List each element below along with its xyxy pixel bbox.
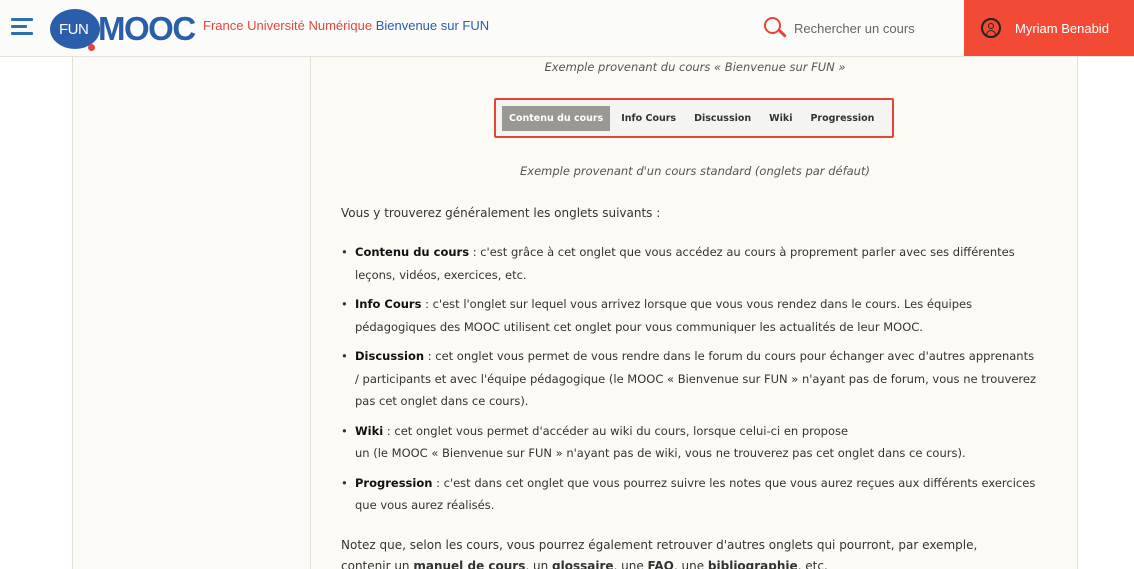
outro-line-1: Notez que, selon les cours, vous pourrez… bbox=[341, 538, 978, 552]
list-item-term: Contenu du cours bbox=[355, 245, 470, 259]
search-label: Rechercher un cours bbox=[794, 20, 915, 36]
outro-text-part: , etc. bbox=[797, 559, 828, 569]
site-header: FUN MOOC France Université Numérique Bie… bbox=[0, 0, 1134, 57]
outro-text-part: , une bbox=[613, 559, 648, 569]
list-item: Contenu du cours : c'est grâce à cet ong… bbox=[341, 241, 1041, 286]
outro-term-manuel: manuel de cours bbox=[413, 559, 526, 569]
list-item-text: : c'est l'onglet sur lequel vous arrivez… bbox=[355, 297, 973, 334]
course-content: Exemple provenant du cours « Bienvenue s… bbox=[310, 57, 1078, 569]
tab-progression: Progression bbox=[810, 112, 875, 124]
list-item-text-cont: un (le MOOC « Bienvenue sur FUN » n'ayan… bbox=[355, 446, 966, 460]
list-item-text: : cet onglet vous permet de vous rendre … bbox=[355, 349, 1036, 408]
caption-top: Exemple provenant du cours « Bienvenue s… bbox=[544, 60, 846, 74]
intro-text: Vous y trouverez généralement les onglet… bbox=[341, 206, 661, 220]
list-item: Discussion : cet onglet vous permet de v… bbox=[341, 345, 1041, 413]
left-gutter bbox=[0, 57, 72, 569]
caption-tabs: Exemple provenant d'un cours standard (o… bbox=[520, 164, 870, 178]
list-item: Wiki : cet onglet vous permet d'accéder … bbox=[341, 420, 1041, 465]
user-name: Myriam Benabid bbox=[1015, 20, 1109, 36]
list-item-term: Info Cours bbox=[355, 297, 422, 311]
logo-dot bbox=[88, 44, 95, 51]
outro-text-part: , une bbox=[673, 559, 708, 569]
list-item-term: Progression bbox=[355, 475, 433, 490]
tab-contenu-du-cours: Contenu du cours bbox=[502, 105, 611, 131]
hamburger-menu-icon[interactable] bbox=[11, 18, 33, 36]
logo-mooc-text: MOOC bbox=[98, 10, 196, 47]
outro-term-glossaire: glossaire bbox=[552, 559, 614, 569]
tabs-description-list: Contenu du cours : c'est grâce à cet ong… bbox=[341, 241, 1041, 524]
site-name: France Université Numérique bbox=[203, 18, 373, 33]
tab-discussion: Discussion bbox=[694, 112, 752, 124]
welcome-link[interactable]: Bienvenue sur FUN bbox=[376, 18, 489, 33]
logo-fun-text: FUN bbox=[59, 21, 89, 38]
list-item-term: Wiki bbox=[355, 423, 384, 438]
site-title: France Université Numérique Bienvenue su… bbox=[203, 18, 489, 33]
user-menu-button[interactable]: Myriam Benabid bbox=[964, 0, 1134, 56]
course-sidebar bbox=[72, 57, 310, 569]
search-courses-button[interactable]: Rechercher un cours bbox=[762, 14, 915, 42]
list-item: Progression : c'est dans cet onglet que … bbox=[341, 472, 1041, 517]
list-item-text: : cet onglet vous permet d'accéder au wi… bbox=[383, 423, 849, 438]
tab-wiki: Wiki bbox=[769, 112, 793, 124]
fun-mooc-logo[interactable]: FUN MOOC bbox=[46, 5, 201, 53]
outro-text: Notez que, selon les cours, vous pourrez… bbox=[341, 535, 1041, 569]
course-tabs-example: Contenu du cours Info Cours Discussion W… bbox=[494, 98, 894, 138]
list-item-term: Discussion bbox=[355, 349, 425, 363]
list-item-text: : c'est dans cet onglet que vous pourrez… bbox=[355, 475, 1036, 513]
outro-term-bibliographie: bibliographie bbox=[707, 559, 798, 569]
logo-circle: FUN bbox=[50, 9, 100, 49]
user-icon bbox=[981, 18, 1001, 38]
outro-text-part: contenir un bbox=[341, 559, 414, 569]
outro-text-part: , un bbox=[525, 559, 552, 569]
search-icon bbox=[762, 16, 787, 40]
tab-info-cours: Info Cours bbox=[621, 112, 677, 124]
right-gutter bbox=[1078, 57, 1134, 569]
list-item: Info Cours : c'est l'onglet sur lequel v… bbox=[341, 293, 1041, 338]
outro-term-faq: FAQ bbox=[647, 559, 674, 569]
